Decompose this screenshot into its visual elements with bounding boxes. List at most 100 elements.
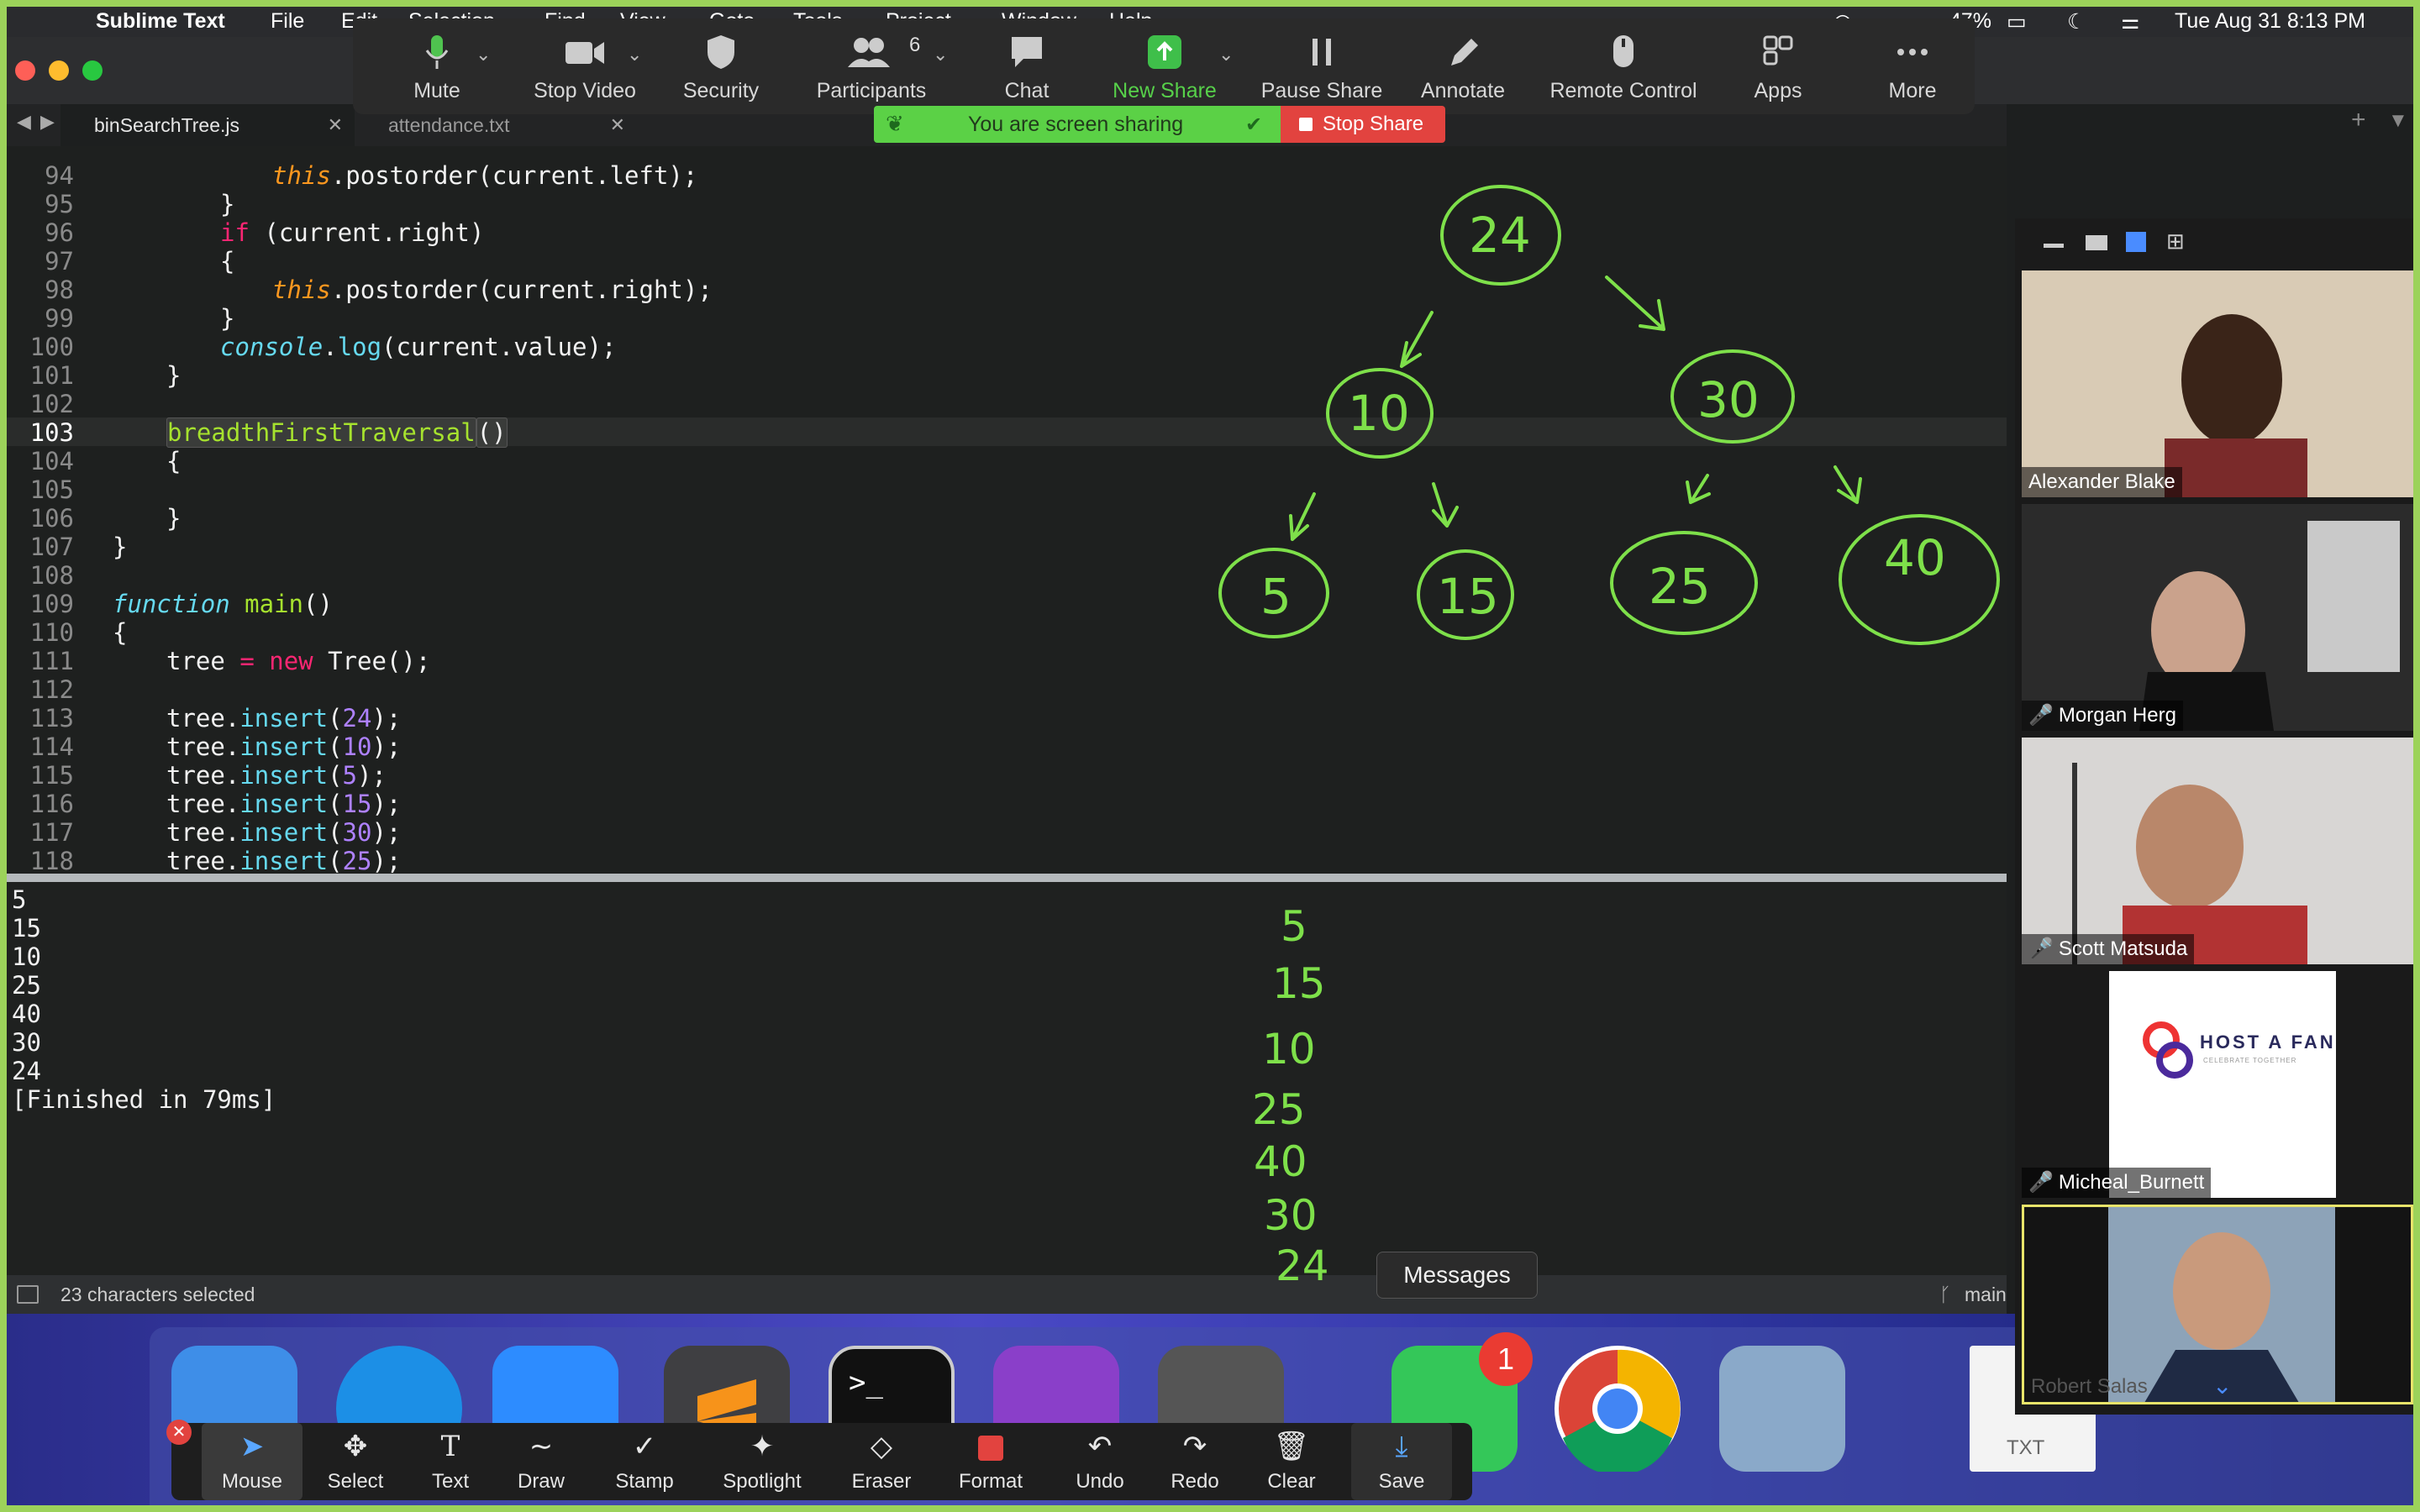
pause-share-button[interactable]: Pause Share	[1250, 18, 1393, 114]
git-branch-label[interactable]: main	[1965, 1284, 2007, 1306]
new-tab-plus-icon[interactable]: +	[2351, 106, 2366, 134]
close-annotate-icon[interactable]: ✕	[166, 1420, 192, 1445]
participant-name: 🎤 Micheal_Burnett	[2022, 1168, 2212, 1198]
stop-video-button[interactable]: Stop Video	[518, 18, 652, 114]
muted-mic-icon: 🎤	[2028, 1171, 2054, 1194]
new-share-button[interactable]: New Share	[1097, 18, 1232, 114]
apps-button[interactable]: Apps	[1728, 18, 1828, 114]
line-number: 101	[29, 361, 74, 390]
dock-tooltip: Messages	[1376, 1252, 1538, 1299]
strip-view-icon[interactable]	[2126, 232, 2146, 252]
remote-control-label: Remote Control	[1549, 79, 1697, 102]
tab-back-arrow-icon[interactable]: ◀	[17, 111, 31, 133]
annotate-select-button[interactable]: ✥ Select	[309, 1423, 402, 1500]
participant-name: Alexander Blake	[2022, 467, 2182, 497]
annotate-clear-button[interactable]: 🗑 Clear	[1245, 1423, 1338, 1500]
annotate-spotlight-label: Spotlight	[723, 1470, 802, 1493]
battery-icon[interactable]: ▭	[2007, 9, 2027, 34]
mute-button[interactable]: Mute	[387, 18, 487, 114]
chat-label: Chat	[1004, 79, 1050, 102]
output-finished-line: [Finished in 79ms]	[12, 1085, 276, 1114]
participants-options-chevron-icon[interactable]: ⌄	[933, 44, 948, 66]
video-options-chevron-icon[interactable]: ⌄	[627, 44, 642, 66]
annotate-save-label: Save	[1378, 1470, 1425, 1493]
line-number: 99	[45, 304, 74, 333]
menu-app-name[interactable]: Sublime Text	[96, 9, 225, 34]
chat-bubble-icon	[1012, 37, 1042, 67]
mouse-icon	[1613, 35, 1634, 67]
annotate-undo-button[interactable]: ↶ Undo	[1054, 1423, 1146, 1500]
scroll-down-chevron-icon[interactable]: ⌄	[2212, 1372, 2232, 1399]
do-not-disturb-icon[interactable]: ☾	[2067, 9, 2086, 34]
annotate-eraser-button[interactable]: ◇ Eraser	[835, 1423, 928, 1500]
annotate-save-button[interactable]: ⤓ Save	[1351, 1423, 1452, 1500]
gallery-grid-icon[interactable]: ⊞	[2166, 230, 2188, 252]
checkmark-icon: ✓	[632, 1431, 657, 1462]
annotate-text-button[interactable]: T Text	[408, 1423, 492, 1500]
shield-check-icon: ✔	[1245, 113, 1263, 136]
remote-control-button[interactable]: Remote Control	[1531, 18, 1716, 114]
annotate-label: Annotate	[1420, 79, 1506, 102]
code-line-106: }	[166, 504, 182, 533]
maximize-window-button[interactable]	[82, 60, 103, 81]
tab-close-icon[interactable]: ✕	[328, 104, 343, 146]
muted-mic-icon: 🎤	[2028, 704, 2054, 727]
more-button[interactable]: More	[1862, 18, 1963, 114]
output-line: 40	[12, 1000, 41, 1028]
menu-file[interactable]: File	[271, 9, 304, 34]
chat-button[interactable]: Chat	[976, 18, 1077, 114]
participant-tile-scott[interactable]: 🎤 Scott Matsuda	[2022, 738, 2413, 964]
close-window-button[interactable]	[15, 60, 35, 81]
code-line-114: tree.insert(10);	[166, 732, 402, 761]
minimize-gallery-icon[interactable]	[2044, 244, 2064, 248]
menu-clock[interactable]: Tue Aug 31 8:13 PM	[2175, 9, 2365, 34]
tab-label: binSearchTree.js	[94, 114, 240, 136]
code-line-115: tree.insert(5);	[166, 761, 387, 790]
security-button[interactable]: Security	[671, 18, 771, 114]
participant-tile-robert[interactable]: Robert Salas ⌄	[2022, 1205, 2413, 1404]
move-arrows-icon: ✥	[343, 1431, 368, 1462]
participant-tile-alexander[interactable]: Alexander Blake	[2022, 270, 2413, 497]
apps-icon	[1763, 35, 1793, 66]
annotate-stamp-button[interactable]: ✓ Stamp	[598, 1423, 691, 1500]
code-line-109: function main()	[113, 590, 333, 618]
annotate-draw-button[interactable]: ∼ Draw	[499, 1423, 583, 1500]
tab-forward-arrow-icon[interactable]: ▶	[40, 111, 55, 133]
annotate-mouse-button[interactable]: ➤ Mouse	[202, 1423, 302, 1500]
minimize-window-button[interactable]	[49, 60, 69, 81]
preview-dock-icon[interactable]	[1719, 1346, 1845, 1472]
code-line-99: }	[220, 304, 235, 333]
annotate-spotlight-button[interactable]: ✦ Spotlight	[699, 1423, 825, 1500]
line-number: 96	[45, 218, 74, 247]
annotate-draw-label: Draw	[517, 1470, 565, 1493]
speaker-view-icon[interactable]	[2086, 235, 2107, 250]
pause-share-label: Pause Share	[1260, 79, 1383, 102]
zoom-share-toolbar: Mute ⌄ Stop Video ⌄ Security 6 Participa…	[353, 18, 1975, 114]
sharing-status-text: You are screen sharing	[968, 113, 1184, 136]
chrome-dock-icon[interactable]	[1555, 1346, 1681, 1476]
line-number: 97	[45, 247, 74, 276]
control-center-icon[interactable]: ⚌	[2121, 9, 2139, 34]
annotate-format-button[interactable]: Format	[936, 1423, 1045, 1500]
annotate-button[interactable]: Annotate	[1400, 18, 1526, 114]
code-editor[interactable]: 94 95 96 97 98 99 100 101 102 103 104 105 106 107 108 1…	[7, 146, 2208, 875]
share-options-chevron-icon[interactable]: ⌄	[1218, 44, 1234, 66]
output-line: 5	[12, 885, 27, 914]
screen-sharing-banner[interactable]: ❦ You are screen sharing ✔	[874, 106, 1281, 143]
messages-badge: 1	[1479, 1332, 1533, 1386]
stop-share-button[interactable]: Stop Share	[1281, 106, 1445, 143]
code-line-118: tree.insert(25);	[166, 847, 402, 875]
mute-options-chevron-icon[interactable]: ⌄	[476, 44, 491, 66]
sidebar-toggle-icon[interactable]	[17, 1285, 39, 1304]
output-panel-splitter[interactable]	[7, 874, 2007, 882]
participant-tile-micheal[interactable]: HOST A FAN CELEBRATE TOGETHER 🎤 Micheal_B…	[2022, 971, 2413, 1198]
eraser-icon: ◇	[870, 1431, 893, 1462]
annotate-redo-button[interactable]: ↷ Redo	[1153, 1423, 1237, 1500]
stop-share-label: Stop Share	[1323, 113, 1424, 135]
tab-list-chevron-icon[interactable]: ▼	[2388, 109, 2408, 133]
participant-tile-morgan[interactable]: 🎤 Morgan Herg	[2022, 504, 2413, 731]
tab-binsearchtree[interactable]: binSearchTree.js ✕	[60, 104, 355, 146]
participants-button[interactable]: 6 Participants	[792, 18, 951, 114]
output-line: 30	[12, 1028, 41, 1057]
share-leaf-icon: ❦	[886, 111, 904, 136]
